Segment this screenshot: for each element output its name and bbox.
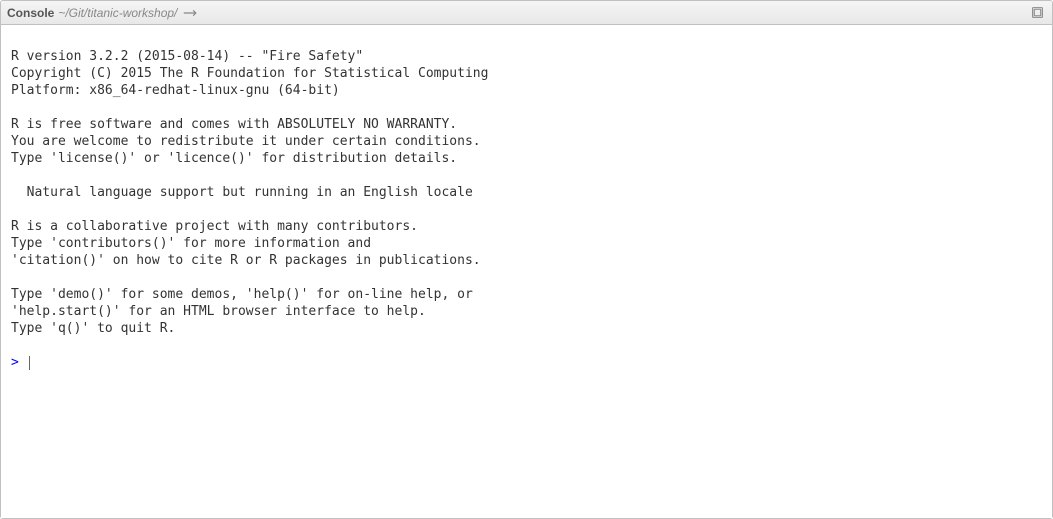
console-line: 'help.start()' for an HTML browser inter…	[11, 303, 1042, 320]
console-line: R is free software and comes with ABSOLU…	[11, 116, 1042, 133]
console-line	[11, 167, 1042, 184]
console-working-dir[interactable]: ~/Git/titanic-workshop/	[58, 6, 181, 20]
console-line: Natural language support but running in …	[11, 184, 1042, 201]
console-pane: Console ~/Git/titanic-workshop/ R versio…	[0, 0, 1053, 519]
console-line: R is a collaborative project with many c…	[11, 218, 1042, 235]
console-line: Type 'demo()' for some demos, 'help()' f…	[11, 286, 1042, 303]
console-line	[11, 99, 1042, 116]
console-prompt-line[interactable]: >	[11, 354, 1042, 371]
console-prompt: >	[11, 355, 27, 370]
console-toolbar: Console ~/Git/titanic-workshop/	[1, 1, 1052, 25]
cursor-icon	[29, 356, 30, 370]
console-line: Platform: x86_64-redhat-linux-gnu (64-bi…	[11, 82, 1042, 99]
console-line: 'citation()' on how to cite R or R packa…	[11, 252, 1042, 269]
console-line	[11, 31, 1042, 48]
view-dir-icon[interactable]	[181, 4, 199, 22]
console-line	[11, 201, 1042, 218]
console-line: You are welcome to redistribute it under…	[11, 133, 1042, 150]
console-output[interactable]: R version 3.2.2 (2015-08-14) -- "Fire Sa…	[1, 25, 1052, 518]
console-line: Copyright (C) 2015 The R Foundation for …	[11, 65, 1042, 82]
console-line	[11, 269, 1042, 286]
console-line	[11, 337, 1042, 354]
maximize-icon[interactable]	[1028, 4, 1046, 22]
console-line: R version 3.2.2 (2015-08-14) -- "Fire Sa…	[11, 48, 1042, 65]
console-line: Type 'q()' to quit R.	[11, 320, 1042, 337]
console-title: Console	[7, 6, 58, 20]
console-line: Type 'license()' or 'licence()' for dist…	[11, 150, 1042, 167]
console-line: Type 'contributors()' for more informati…	[11, 235, 1042, 252]
